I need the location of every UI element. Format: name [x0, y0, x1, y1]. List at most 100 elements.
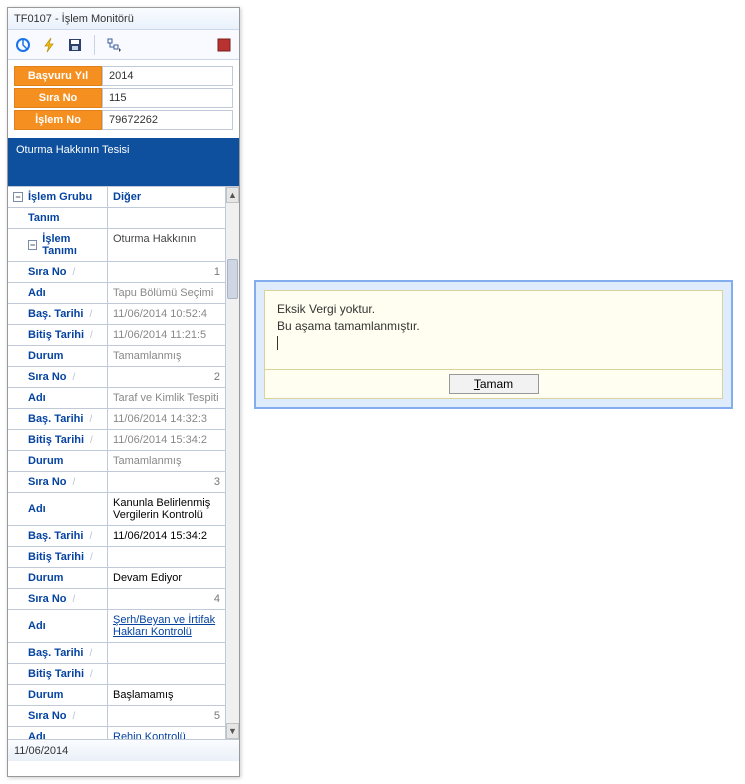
grid-label-adi: Adı	[8, 388, 108, 408]
grid-row-sira_no[interactable]: Sıra No/3	[8, 472, 225, 493]
sort-indicator-icon: /	[73, 477, 76, 488]
sort-indicator-icon: /	[73, 372, 76, 383]
text-cursor	[277, 336, 278, 350]
dialog-line1: Eksik Vergi yoktur.	[277, 301, 710, 318]
grid-row-durum[interactable]: DurumBaşlamamış	[8, 685, 225, 706]
grid-label-bas_tarihi: Baş. Tarihi/	[8, 643, 108, 663]
toolbar-btn-save[interactable]	[64, 34, 86, 56]
label-basvuru-yil: Başvuru Yıl	[14, 66, 102, 86]
grid-value-bitis_tarihi: 11/06/2014 11:21:5	[108, 325, 225, 345]
sort-indicator-icon: /	[89, 414, 92, 425]
floppy-disk-icon	[67, 37, 83, 53]
process-banner-text: Oturma Hakkının Tesisi	[16, 144, 130, 156]
grid-label-bas_tarihi: Baş. Tarihi/	[8, 526, 108, 546]
grid-row-sira_no[interactable]: Sıra No/4	[8, 589, 225, 610]
grid-row-bitis_tarihi[interactable]: Bitiş Tarihi/11/06/2014 15:34:2	[8, 430, 225, 451]
process-banner: Oturma Hakkının Tesisi	[8, 138, 239, 186]
islem-grubu-label: İşlem Grubu	[28, 191, 92, 203]
message-dialog: Eksik Vergi yoktur. Bu aşama tamamlanmış…	[254, 280, 733, 409]
field-sira-no: Sıra No 115	[14, 88, 233, 108]
grid-value-adi: Şerh/Beyan ve İrtifak Hakları Kontrolü	[108, 610, 225, 642]
grid-row-bas_tarihi[interactable]: Baş. Tarihi/11/06/2014 15:34:2	[8, 526, 225, 547]
header-fields: Başvuru Yıl 2014 Sıra No 115 İşlem No 79…	[8, 60, 239, 138]
sort-indicator-icon: /	[90, 669, 93, 680]
grid-label-durum: Durum	[8, 568, 108, 588]
sort-indicator-icon: /	[73, 711, 76, 722]
statusbar-date: 11/06/2014	[14, 745, 68, 757]
toolbar-btn-stop[interactable]	[213, 34, 235, 56]
grid-value-sira_no: 2	[108, 367, 225, 387]
field-islem-no: İşlem No 79672262	[14, 110, 233, 130]
grid-label-adi: Adı	[8, 493, 108, 525]
dialog-line2: Bu aşama tamamlanmıştır.	[277, 318, 710, 335]
grid-value-sira_no: 4	[108, 589, 225, 609]
grid-row-sira_no[interactable]: Sıra No/5	[8, 706, 225, 727]
titlebar: TF0107 - İşlem Monitörü	[8, 8, 239, 30]
grid-row-adi[interactable]: AdıTaraf ve Kimlik Tespiti	[8, 388, 225, 409]
grid-value-adi: Tapu Bölümü Seçimi	[108, 283, 225, 303]
grid-row-sira_no[interactable]: Sıra No/2	[8, 367, 225, 388]
grid-row-durum[interactable]: DurumDevam Ediyor	[8, 568, 225, 589]
grid-value-sira_no: 3	[108, 472, 225, 492]
dialog-body[interactable]: Eksik Vergi yoktur. Bu aşama tamamlanmış…	[264, 290, 723, 370]
vertical-scrollbar[interactable]: ▲ ▼	[225, 187, 239, 739]
value-sira-no[interactable]: 115	[102, 88, 233, 108]
scroll-track[interactable]	[226, 203, 239, 723]
grid-value-bas_tarihi: 11/06/2014 14:32:3	[108, 409, 225, 429]
main-window: TF0107 - İşlem Monitörü Başvuru Yıl 2014…	[7, 7, 240, 777]
grid-tanim-row: Tanım	[8, 208, 225, 229]
toolbar-separator	[94, 35, 95, 55]
grid-row-bitis_tarihi[interactable]: Bitiş Tarihi/	[8, 547, 225, 568]
app-icon	[15, 37, 31, 53]
value-basvuru-yil[interactable]: 2014	[102, 66, 233, 86]
sort-indicator-icon: /	[90, 435, 93, 446]
ok-button[interactable]: Tamam	[449, 374, 539, 394]
sort-indicator-icon: /	[89, 309, 92, 320]
grid-row-bas_tarihi[interactable]: Baş. Tarihi/	[8, 643, 225, 664]
grid-label-durum: Durum	[8, 451, 108, 471]
grid-value-adi: Kanunla Belirlenmiş Vergilerin Kontrolü	[108, 493, 225, 525]
grid-value-bas_tarihi: 11/06/2014 10:52:4	[108, 304, 225, 324]
label-sira-no: Sıra No	[14, 88, 102, 108]
grid-row-durum[interactable]: DurumTamamlanmış	[8, 451, 225, 472]
grid-label-sira_no: Sıra No/	[8, 706, 108, 726]
value-islem-no[interactable]: 79672262	[102, 110, 233, 130]
grid-value-sira_no: 1	[108, 262, 225, 282]
grid-row-bas_tarihi[interactable]: Baş. Tarihi/11/06/2014 14:32:3	[8, 409, 225, 430]
collapse-icon[interactable]: −	[28, 240, 37, 250]
collapse-icon[interactable]: −	[13, 192, 23, 202]
grid-value-durum: Tamamlanmış	[108, 346, 225, 366]
label-islem-no: İşlem No	[14, 110, 102, 130]
grid-row-bitis_tarihi[interactable]: Bitiş Tarihi/11/06/2014 11:21:5	[8, 325, 225, 346]
toolbar-btn-tree[interactable]	[103, 34, 125, 56]
grid-label-bas_tarihi: Baş. Tarihi/	[8, 409, 108, 429]
scroll-down-arrow[interactable]: ▼	[226, 723, 239, 739]
grid-row-bas_tarihi[interactable]: Baş. Tarihi/11/06/2014 10:52:4	[8, 304, 225, 325]
grid-row-adi[interactable]: AdıŞerh/Beyan ve İrtifak Hakları Kontrol…	[8, 610, 225, 643]
grid-label-bas_tarihi: Baş. Tarihi/	[8, 304, 108, 324]
sort-indicator-icon: /	[73, 594, 76, 605]
grid-group-header[interactable]: −İşlem Grubu Diğer	[8, 187, 225, 208]
field-basvuru-yil: Başvuru Yıl 2014	[14, 66, 233, 86]
grid-row-adi[interactable]: AdıRehin Kontrolü	[8, 727, 225, 739]
grid-value-durum: Başlamamış	[108, 685, 225, 705]
grid-row-adi[interactable]: AdıTapu Bölümü Seçimi	[8, 283, 225, 304]
toolbar-btn-execute[interactable]	[38, 34, 60, 56]
grid-label-adi: Adı	[8, 727, 108, 739]
scroll-thumb[interactable]	[227, 259, 238, 299]
grid-label-sira_no: Sıra No/	[8, 367, 108, 387]
tanim-label: Tanım	[8, 208, 108, 228]
grid-label-sira_no: Sıra No/	[8, 262, 108, 282]
scroll-up-arrow[interactable]: ▲	[226, 187, 239, 203]
grid-label-adi: Adı	[8, 283, 108, 303]
grid-islem-tanimi-row[interactable]: −İşlem Tanımı Oturma Hakkının	[8, 229, 225, 262]
grid-row-adi[interactable]: AdıKanunla Belirlenmiş Vergilerin Kontro…	[8, 493, 225, 526]
window-title: TF0107 - İşlem Monitörü	[14, 13, 134, 25]
grid-row-sira_no[interactable]: Sıra No/1	[8, 262, 225, 283]
stop-icon	[217, 38, 231, 52]
toolbar-btn-app[interactable]	[12, 34, 34, 56]
tree-dropdown-icon	[106, 37, 122, 53]
grid-row-bitis_tarihi[interactable]: Bitiş Tarihi/	[8, 664, 225, 685]
process-grid: −İşlem Grubu Diğer Tanım −İşlem Tanımı O…	[8, 186, 239, 739]
grid-row-durum[interactable]: DurumTamamlanmış	[8, 346, 225, 367]
